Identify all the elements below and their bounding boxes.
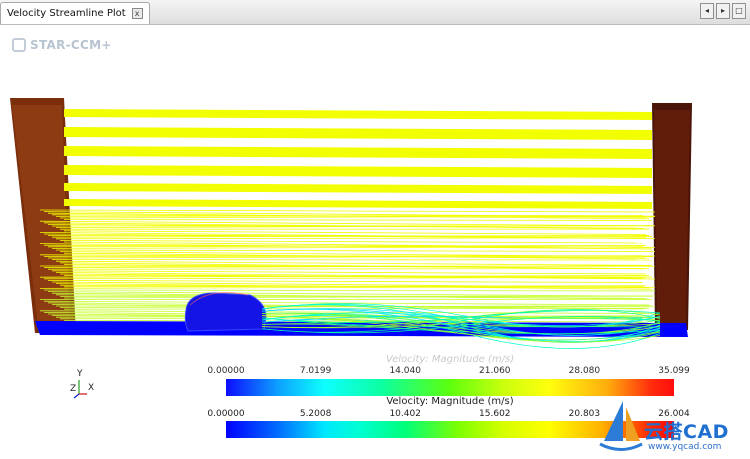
tick-label: 15.602 (479, 409, 511, 419)
tick-label: 5.2008 (300, 409, 332, 419)
star-ccm-logo: STAR-CCM+ (12, 38, 112, 52)
tab-velocity-streamline-plot[interactable]: Velocity Streamline Plot x (0, 2, 150, 24)
vehicle-body (185, 293, 266, 331)
streamline (56, 238, 646, 239)
tick-label: 20.803 (569, 409, 601, 419)
tick-label: 0.00000 (207, 409, 244, 419)
right-wall (652, 103, 692, 330)
scalar-bar-ticks: 0.00000 7.0199 14.040 21.060 28.080 35.0… (226, 366, 674, 378)
axis-y-label: Y (77, 369, 83, 379)
streamline-band (64, 165, 652, 178)
window-controls: ◂ ▸ □ (700, 3, 746, 19)
streamlines (40, 109, 655, 322)
logo-text: STAR-CCM+ (30, 38, 112, 52)
scalar-bar-title: Velocity: Magnitude (m/s) (226, 354, 674, 365)
watermark-url: www.yqcad.com (648, 442, 721, 452)
streamline (48, 269, 649, 270)
yqcad-watermark: 云搭CAD www.yqcad.com (598, 397, 746, 457)
streamline (48, 280, 643, 282)
graphics-viewport[interactable]: STAR-CCM+ Velocity: Magnitude (m/s) 0.00… (0, 25, 750, 440)
streamline-band (64, 183, 652, 194)
scroll-right-button[interactable]: ▸ (716, 3, 730, 19)
sailboat-icon (598, 397, 644, 455)
tick-label: 21.060 (479, 366, 511, 376)
scalar-bar-upper: Velocity: Magnitude (m/s) 0.00000 7.0199… (226, 356, 674, 400)
streamline (44, 290, 655, 291)
axis-triad: Y Z X (70, 370, 98, 402)
tick-label: 7.0199 (300, 366, 332, 376)
scroll-left-button[interactable]: ◂ (700, 3, 714, 19)
tab-bar: Velocity Streamline Plot x ◂ ▸ □ (0, 0, 750, 25)
ground-plane (35, 321, 688, 337)
logo-mark-icon (12, 38, 26, 52)
streamline-band (64, 127, 652, 140)
tick-label: 0.00000 (207, 366, 244, 376)
maximize-button[interactable]: □ (732, 3, 746, 19)
axis-x-label: X (88, 383, 94, 393)
tab-title: Velocity Streamline Plot (7, 8, 126, 19)
tick-label: 35.099 (658, 366, 690, 376)
streamline-band (64, 109, 652, 120)
axis-z-label: Z (70, 384, 76, 394)
streamline (56, 250, 655, 251)
color-gradient (226, 379, 674, 396)
tick-label: 14.040 (389, 366, 421, 376)
streamline (40, 210, 655, 212)
streamline (64, 231, 646, 235)
streamline (64, 220, 652, 221)
streamline-band (64, 146, 652, 159)
tick-label: 28.080 (569, 366, 601, 376)
streamline-band (64, 199, 652, 209)
tick-label: 10.402 (389, 409, 421, 419)
tab-close-icon[interactable]: x (132, 8, 143, 19)
